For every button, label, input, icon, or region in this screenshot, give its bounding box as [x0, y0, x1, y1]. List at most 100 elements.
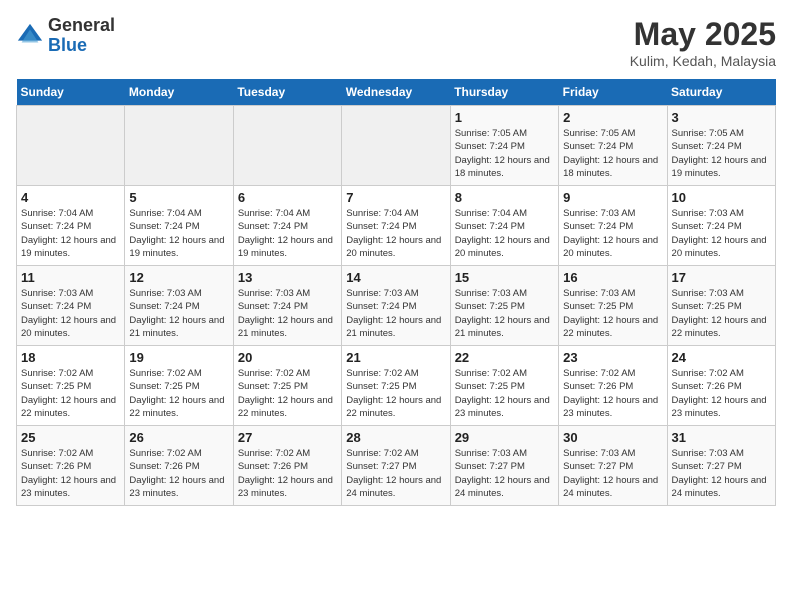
week-row-1: 4 Sunrise: 7:04 AMSunset: 7:24 PMDaylight… [17, 186, 776, 266]
day-cell: 4 Sunrise: 7:04 AMSunset: 7:24 PMDaylight… [17, 186, 125, 266]
day-detail: Sunrise: 7:03 AMSunset: 7:25 PMDaylight:… [672, 287, 771, 340]
day-detail: Sunrise: 7:03 AMSunset: 7:27 PMDaylight:… [455, 447, 554, 500]
week-row-4: 25Sunrise: 7:02 AMSunset: 7:26 PMDayligh… [17, 426, 776, 506]
header-sunday: Sunday [17, 79, 125, 106]
day-detail: Sunrise: 7:04 AMSunset: 7:24 PMDaylight:… [129, 207, 228, 260]
day-cell: 10 Sunrise: 7:03 AMSunset: 7:24 PMDayligh… [667, 186, 775, 266]
day-detail: Sunrise: 7:03 AMSunset: 7:24 PMDaylight:… [563, 207, 662, 260]
day-number: 11 [21, 270, 120, 285]
day-cell: 31 Sunrise: 7:03 AMSunset: 7:27 PMDayligh… [667, 426, 775, 506]
day-number: 24 [672, 350, 771, 365]
day-cell [342, 106, 450, 186]
day-number: 29 [455, 430, 554, 445]
day-number: 19 [129, 350, 228, 365]
title-block: May 2025 Kulim, Kedah, Malaysia [630, 16, 776, 69]
header-wednesday: Wednesday [342, 79, 450, 106]
day-detail: Sunrise: 7:03 AMSunset: 7:24 PMDaylight:… [21, 287, 120, 340]
day-cell: 1 Sunrise: 7:05 AMSunset: 7:24 PMDaylight… [450, 106, 558, 186]
day-number: 5 [129, 190, 228, 205]
day-number: 4 [21, 190, 120, 205]
day-cell: 16 Sunrise: 7:03 AMSunset: 7:25 PMDayligh… [559, 266, 667, 346]
day-number: 22 [455, 350, 554, 365]
day-cell: 19 Sunrise: 7:02 AMSunset: 7:25 PMDayligh… [125, 346, 233, 426]
day-cell: 28Sunrise: 7:02 AMSunset: 7:27 PMDayligh… [342, 426, 450, 506]
logo-icon [16, 22, 44, 50]
calendar-body: 1 Sunrise: 7:05 AMSunset: 7:24 PMDaylight… [17, 106, 776, 506]
day-detail: Sunrise: 7:04 AMSunset: 7:24 PMDaylight:… [21, 207, 120, 260]
day-detail: Sunrise: 7:02 AMSunset: 7:25 PMDaylight:… [238, 367, 337, 420]
calendar-header: SundayMondayTuesdayWednesdayThursdayFrid… [17, 79, 776, 106]
day-detail: Sunrise: 7:04 AMSunset: 7:24 PMDaylight:… [238, 207, 337, 260]
day-cell: 25Sunrise: 7:02 AMSunset: 7:26 PMDayligh… [17, 426, 125, 506]
day-number: 8 [455, 190, 554, 205]
day-number: 1 [455, 110, 554, 125]
day-number: 27 [238, 430, 337, 445]
day-detail: Sunrise: 7:02 AMSunset: 7:26 PMDaylight:… [672, 367, 771, 420]
day-number: 12 [129, 270, 228, 285]
day-detail: Sunrise: 7:02 AMSunset: 7:26 PMDaylight:… [21, 447, 120, 500]
day-number: 20 [238, 350, 337, 365]
day-detail: Sunrise: 7:02 AMSunset: 7:26 PMDaylight:… [129, 447, 228, 500]
day-detail: Sunrise: 7:03 AMSunset: 7:25 PMDaylight:… [563, 287, 662, 340]
day-cell: 29 Sunrise: 7:03 AMSunset: 7:27 PMDayligh… [450, 426, 558, 506]
day-cell: 18 Sunrise: 7:02 AMSunset: 7:25 PMDayligh… [17, 346, 125, 426]
day-cell: 3 Sunrise: 7:05 AMSunset: 7:24 PMDaylight… [667, 106, 775, 186]
day-detail: Sunrise: 7:02 AMSunset: 7:26 PMDaylight:… [238, 447, 337, 500]
header-tuesday: Tuesday [233, 79, 341, 106]
day-detail: Sunrise: 7:05 AMSunset: 7:24 PMDaylight:… [455, 127, 554, 180]
day-detail: Sunrise: 7:04 AMSunset: 7:24 PMDaylight:… [455, 207, 554, 260]
day-cell: 9Sunrise: 7:03 AMSunset: 7:24 PMDaylight… [559, 186, 667, 266]
day-cell [125, 106, 233, 186]
logo-blue: Blue [48, 36, 115, 56]
day-detail: Sunrise: 7:05 AMSunset: 7:24 PMDaylight:… [563, 127, 662, 180]
day-number: 30 [563, 430, 662, 445]
day-number: 13 [238, 270, 337, 285]
logo: General Blue [16, 16, 115, 56]
day-detail: Sunrise: 7:03 AMSunset: 7:24 PMDaylight:… [672, 207, 771, 260]
day-number: 23 [563, 350, 662, 365]
day-cell: 15Sunrise: 7:03 AMSunset: 7:25 PMDayligh… [450, 266, 558, 346]
day-number: 2 [563, 110, 662, 125]
day-detail: Sunrise: 7:02 AMSunset: 7:25 PMDaylight:… [346, 367, 445, 420]
day-cell: 24 Sunrise: 7:02 AMSunset: 7:26 PMDayligh… [667, 346, 775, 426]
logo-text: General Blue [48, 16, 115, 56]
week-row-2: 11 Sunrise: 7:03 AMSunset: 7:24 PMDayligh… [17, 266, 776, 346]
header-friday: Friday [559, 79, 667, 106]
day-cell: 30 Sunrise: 7:03 AMSunset: 7:27 PMDayligh… [559, 426, 667, 506]
day-number: 26 [129, 430, 228, 445]
day-cell: 20 Sunrise: 7:02 AMSunset: 7:25 PMDayligh… [233, 346, 341, 426]
day-detail: Sunrise: 7:02 AMSunset: 7:25 PMDaylight:… [129, 367, 228, 420]
day-detail: Sunrise: 7:03 AMSunset: 7:24 PMDaylight:… [129, 287, 228, 340]
day-detail: Sunrise: 7:02 AMSunset: 7:27 PMDaylight:… [346, 447, 445, 500]
day-number: 10 [672, 190, 771, 205]
day-number: 6 [238, 190, 337, 205]
day-number: 18 [21, 350, 120, 365]
day-number: 21 [346, 350, 445, 365]
day-cell: 26 Sunrise: 7:02 AMSunset: 7:26 PMDayligh… [125, 426, 233, 506]
week-row-0: 1 Sunrise: 7:05 AMSunset: 7:24 PMDaylight… [17, 106, 776, 186]
day-number: 3 [672, 110, 771, 125]
day-cell: 13Sunrise: 7:03 AMSunset: 7:24 PMDayligh… [233, 266, 341, 346]
day-detail: Sunrise: 7:02 AMSunset: 7:26 PMDaylight:… [563, 367, 662, 420]
day-detail: Sunrise: 7:03 AMSunset: 7:27 PMDaylight:… [672, 447, 771, 500]
day-detail: Sunrise: 7:03 AMSunset: 7:24 PMDaylight:… [346, 287, 445, 340]
week-row-3: 18 Sunrise: 7:02 AMSunset: 7:25 PMDayligh… [17, 346, 776, 426]
day-detail: Sunrise: 7:03 AMSunset: 7:27 PMDaylight:… [563, 447, 662, 500]
day-cell: 8 Sunrise: 7:04 AMSunset: 7:24 PMDaylight… [450, 186, 558, 266]
day-cell: 2 Sunrise: 7:05 AMSunset: 7:24 PMDaylight… [559, 106, 667, 186]
day-detail: Sunrise: 7:02 AMSunset: 7:25 PMDaylight:… [21, 367, 120, 420]
day-cell: 14Sunrise: 7:03 AMSunset: 7:24 PMDayligh… [342, 266, 450, 346]
day-cell: 22Sunrise: 7:02 AMSunset: 7:25 PMDayligh… [450, 346, 558, 426]
page-header: General Blue May 2025 Kulim, Kedah, Mala… [16, 16, 776, 69]
day-number: 16 [563, 270, 662, 285]
day-cell [233, 106, 341, 186]
calendar-table: SundayMondayTuesdayWednesdayThursdayFrid… [16, 79, 776, 506]
day-cell: 6 Sunrise: 7:04 AMSunset: 7:24 PMDaylight… [233, 186, 341, 266]
day-cell: 23 Sunrise: 7:02 AMSunset: 7:26 PMDayligh… [559, 346, 667, 426]
header-thursday: Thursday [450, 79, 558, 106]
day-detail: Sunrise: 7:05 AMSunset: 7:24 PMDaylight:… [672, 127, 771, 180]
day-number: 31 [672, 430, 771, 445]
day-cell: 7Sunrise: 7:04 AMSunset: 7:24 PMDaylight… [342, 186, 450, 266]
day-cell: 17Sunrise: 7:03 AMSunset: 7:25 PMDayligh… [667, 266, 775, 346]
day-cell [17, 106, 125, 186]
